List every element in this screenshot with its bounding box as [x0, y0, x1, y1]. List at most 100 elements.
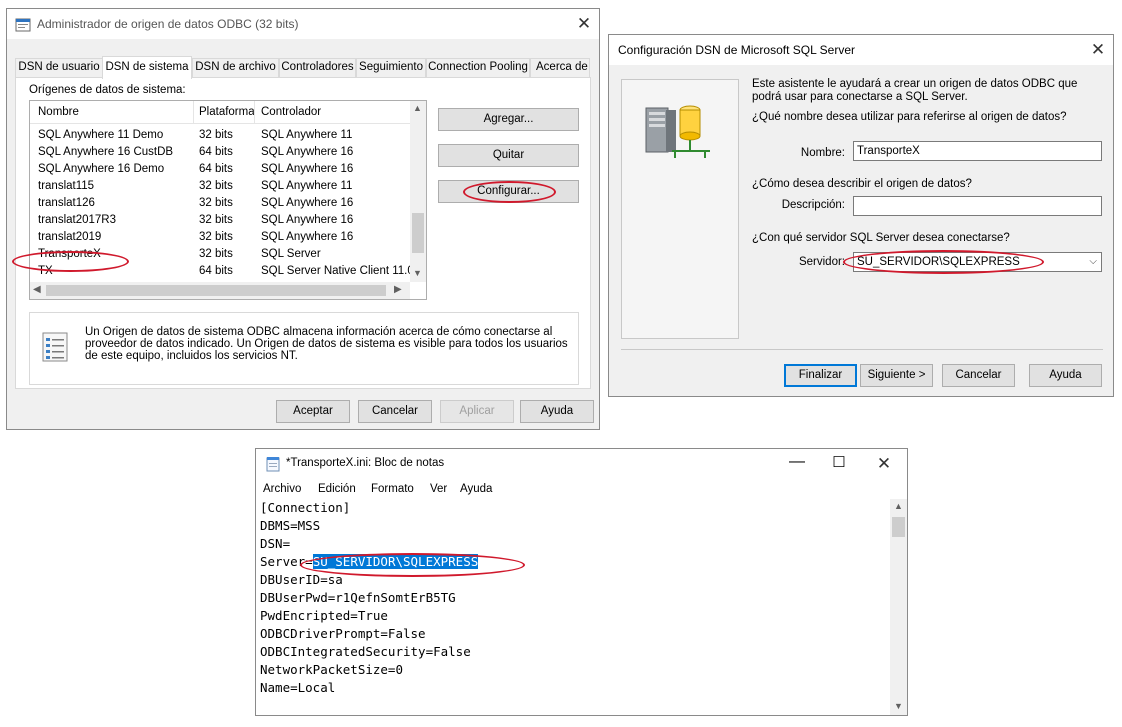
dsn-name: translat126: [38, 197, 95, 209]
list-vertical-scrollbar[interactable]: ▲ ▼: [410, 101, 426, 282]
description-label: Descripción:: [781, 199, 845, 211]
dsn-platform: 64 bits: [199, 265, 233, 277]
ok-button[interactable]: Aceptar: [276, 400, 350, 423]
odbc-admin-window: Administrador de origen de datos ODBC (3…: [6, 8, 600, 430]
server-label: Servidor:: [798, 256, 845, 268]
menu-ayuda[interactable]: Ayuda: [460, 483, 492, 495]
table-row[interactable]: translat126 32 bits SQL Anywhere 16: [30, 195, 425, 212]
description-field[interactable]: [853, 196, 1102, 216]
cancel-button[interactable]: Cancelar: [942, 364, 1015, 387]
notepad-titlebar: *TransporteX.ini: Bloc de notas — ☐ ✕: [256, 449, 907, 479]
maximize-icon[interactable]: ☐: [828, 453, 850, 471]
dsn-platform: 64 bits: [199, 146, 233, 158]
chevron-down-icon[interactable]: ⌵: [1089, 253, 1097, 271]
apply-button[interactable]: Aplicar: [440, 400, 514, 423]
dsn-list[interactable]: Nombre Plataforma Controlador SQL Anywhe…: [29, 100, 427, 300]
column-divider: [254, 101, 255, 123]
cancel-button[interactable]: Cancelar: [358, 400, 432, 423]
scroll-thumb[interactable]: [412, 213, 424, 253]
remove-button[interactable]: Quitar: [438, 144, 579, 167]
dsn-name: TransporteX: [38, 248, 101, 260]
text-editor[interactable]: [Connection] DBMS=MSS DSN= Server=SU_SER…: [256, 499, 890, 715]
server-combobox[interactable]: SU_SERVIDOR\SQLEXPRESS ⌵: [853, 252, 1102, 272]
dsn-name: SQL Anywhere 16 CustDB: [38, 146, 174, 158]
list-rows: SQL Anywhere 11 Demo 32 bits SQL Anywhere …: [30, 127, 414, 277]
column-header-name[interactable]: Nombre: [38, 106, 79, 118]
next-button[interactable]: Siguiente >: [860, 364, 933, 387]
column-header-driver[interactable]: Controlador: [261, 106, 321, 118]
column-header-platform[interactable]: Plataforma: [199, 106, 255, 118]
text-line: DBUserPwd=r1QefnSomtErB5TG: [260, 590, 456, 605]
selected-text[interactable]: SU_SERVIDOR\SQLEXPRESS: [312, 554, 479, 569]
tab-drivers[interactable]: Controladores: [279, 58, 356, 77]
table-row[interactable]: TransporteX 32 bits SQL Server: [30, 246, 425, 263]
help-button[interactable]: Ayuda: [1029, 364, 1102, 387]
tab-tracing[interactable]: Seguimiento: [356, 58, 426, 77]
minimize-icon[interactable]: —: [786, 453, 808, 471]
table-row[interactable]: translat2019 32 bits SQL Anywhere 16: [30, 229, 425, 246]
menu-ver[interactable]: Ver: [430, 483, 447, 495]
dsn-platform: 32 bits: [199, 129, 233, 141]
notepad-icon: [266, 457, 280, 472]
document-icon: [42, 332, 68, 362]
scroll-left-icon[interactable]: ◀: [33, 284, 41, 295]
tab-user-dsn[interactable]: DSN de usuario: [15, 58, 103, 77]
question-description: ¿Cómo desea describir el origen de datos…: [752, 178, 972, 190]
dsn-name: SQL Anywhere 16 Demo: [38, 163, 165, 175]
text-line: NetworkPacketSize=0: [260, 662, 403, 677]
scroll-down-icon[interactable]: ▼: [413, 268, 422, 278]
tab-system-dsn[interactable]: DSN de sistema: [102, 56, 192, 79]
text-line: ODBCDriverPrompt=False: [260, 626, 426, 641]
scroll-down-icon[interactable]: ▼: [894, 701, 903, 711]
sql-config-titlebar: Configuración DSN de Microsoft SQL Serve…: [609, 35, 1113, 65]
scroll-up-icon[interactable]: ▲: [894, 501, 903, 511]
table-row[interactable]: SQL Anywhere 16 CustDB 64 bits SQL Anywher…: [30, 144, 425, 161]
scroll-thumb[interactable]: [892, 517, 905, 537]
table-row[interactable]: SQL Anywhere 11 Demo 32 bits SQL Anywhere …: [30, 127, 425, 144]
table-row[interactable]: SQL Anywhere 16 Demo 64 bits SQL Anywhere …: [30, 161, 425, 178]
list-horizontal-scrollbar[interactable]: ◀ ▶: [30, 282, 410, 299]
notepad-vertical-scrollbar[interactable]: ▲ ▼: [890, 499, 907, 715]
table-row[interactable]: translat2017R3 32 bits SQL Anywhere 16: [30, 212, 425, 229]
dsn-name: TX: [38, 265, 53, 277]
name-field[interactable]: TransporteX: [853, 141, 1102, 161]
sql-config-close-button[interactable]: ✕: [1087, 39, 1109, 61]
dsn-driver: SQL Server: [261, 248, 321, 260]
odbc-app-icon: [15, 18, 31, 32]
notepad-close-button[interactable]: ✕: [873, 453, 895, 475]
notepad-window-title: *TransporteX.ini: Bloc de notas: [286, 457, 445, 469]
scroll-right-icon[interactable]: ▶: [394, 284, 402, 295]
odbc-close-button[interactable]: ✕: [573, 13, 595, 35]
menu-formato[interactable]: Formato: [371, 483, 414, 495]
table-row[interactable]: TX 64 bits SQL Server Native Client 11.0: [30, 263, 425, 280]
odbc-window-title: Administrador de origen de datos ODBC (3…: [37, 17, 299, 31]
text-line: DSN=: [260, 536, 291, 551]
dsn-driver: SQL Anywhere 16: [261, 163, 354, 175]
dsn-platform: 32 bits: [199, 248, 233, 260]
tab-connection-pooling[interactable]: Connection Pooling: [426, 58, 530, 77]
tab-about[interactable]: Acerca de: [530, 58, 590, 77]
text-line: DBUserID=sa: [260, 572, 343, 587]
wizard-image-panel: [621, 79, 739, 339]
menu-edicion[interactable]: Edición: [318, 483, 356, 495]
scroll-up-icon[interactable]: ▲: [413, 103, 422, 113]
tab-file-dsn[interactable]: DSN de archivo: [192, 58, 279, 77]
dsn-name: translat115: [38, 180, 95, 192]
dsn-name: translat2017R3: [38, 214, 116, 226]
finish-button[interactable]: Finalizar: [784, 364, 857, 387]
configure-button[interactable]: Configurar...: [438, 180, 579, 203]
add-button[interactable]: Agregar...: [438, 108, 579, 131]
sql-dsn-config-window: Configuración DSN de Microsoft SQL Serve…: [608, 34, 1114, 397]
dsn-platform: 32 bits: [199, 180, 233, 192]
dsn-driver: SQL Anywhere 16: [261, 146, 354, 158]
dsn-name: translat2019: [38, 231, 102, 243]
menu-bar: Archivo Edición Formato Ver Ayuda: [256, 479, 907, 499]
help-button[interactable]: Ayuda: [520, 400, 594, 423]
text-line-server: Server=SU_SERVIDOR\SQLEXPRESS: [260, 554, 479, 572]
scroll-thumb[interactable]: [46, 285, 386, 296]
text-line: Name=Local: [260, 680, 336, 695]
info-text: Un Origen de datos de sistema ODBC almac…: [85, 326, 568, 362]
dsn-driver: SQL Anywhere 16: [261, 197, 354, 209]
table-row[interactable]: translat115 32 bits SQL Anywhere 11: [30, 178, 425, 195]
menu-archivo[interactable]: Archivo: [263, 483, 301, 495]
